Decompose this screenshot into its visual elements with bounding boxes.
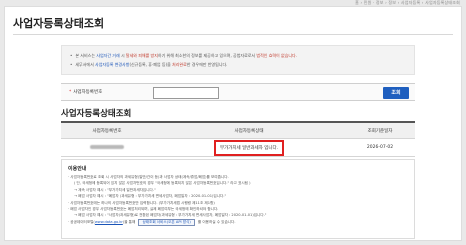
redacted-number [90,144,124,149]
notice-text: (신규등록, 휴·폐업 등)을 [129,62,173,67]
title-divider [13,34,453,35]
notice-text: 세무서에서 [75,62,96,67]
status-cell: 부가가치세 일반과세자 입니다. [153,139,345,156]
status-value: 부가가치세 일반과세자 입니다. [213,139,285,156]
required-mark: * [69,90,72,95]
bullet-icon: • [70,53,73,58]
notice-line-2: • 세무서에서 사업자등록 변경사항(신규등록, 휴·폐업 등)을 처리완료한 경… [70,60,406,69]
guide-text: 를 이용하실 수 있습니다. [196,219,236,224]
search-form: * 사업자등록번호 조회 [61,83,415,101]
portal-guide-line: · 공공데이터포털(www.data.go.kr)을 통해 상태조회 서비스(오… [68,218,408,226]
notice-text: 한 경우에만 반영됩니다. [186,62,228,67]
column-header: 사업자등록상태 [234,128,264,134]
search-label: * 사업자등록번호 [69,89,102,95]
column-header: 조회기준일자 [367,128,393,134]
notice-text: 본 서비스는 [75,53,97,58]
result-section-title: 사업자등록상태조회 [61,109,132,119]
search-label-text: 사업자등록번호 [73,90,103,95]
data-portal-link[interactable]: www.data.go.kr [95,220,123,224]
guide-text: · 공공데이터포털( [68,219,95,224]
guide-title: 이용안내 [68,166,87,172]
table-row: 부가가치세 일반과세자 입니다. 2026-07-02 [61,139,415,157]
notice-highlight: 사업자간 거래 [96,53,120,58]
usage-guide: 이용안내 · 사업자등록번호로 조회 시 사업자의 과세유형(일반/간이 등)과… [61,159,415,239]
page-title: 사업자등록상태조회 [13,17,105,30]
search-button[interactable]: 조회 [383,87,409,99]
notice-line-1: • 본 서비스는 사업자간 거래 시 탈세와 피해를 방지하기 위해 최소한의 정… [70,51,406,60]
open-api-button[interactable]: 상태조회 서비스(오픈 API 방식) [138,218,195,226]
notice-highlight: 처리완료 [172,62,187,67]
result-table: 사업자등록번호 사업자등록상태 조회기준일자 부가가치세 일반과세자 입니다. … [61,121,415,157]
business-number-cell [61,144,153,151]
notice-text: 하기 위해 최소한의 정보를 제공하고 있으며, 공법자료로서 [157,53,257,58]
notice-highlight: 사업자등록 변경사항 [95,62,130,67]
date-cell: 2026-07-02 [366,145,394,150]
business-number-input[interactable] [153,87,219,99]
content-panel: 사업자등록상태조회 • 본 서비스는 사업자간 거래 시 탈세와 피해를 방지하기… [4,6,462,241]
guide-text: )을 통해 [122,219,137,224]
notice-box: • 본 서비스는 사업자간 거래 시 탈세와 피해를 방지하기 위해 최소한의 정… [61,45,415,75]
notice-highlight: 탈세와 피해를 방지 [125,53,158,58]
notice-highlight: 법적인 효력이 없습니다. [256,53,298,58]
bullet-icon: • [70,62,73,67]
column-header: 사업자등록번호 [92,128,122,134]
table-header: 사업자등록번호 사업자등록상태 조회기준일자 [61,123,415,139]
